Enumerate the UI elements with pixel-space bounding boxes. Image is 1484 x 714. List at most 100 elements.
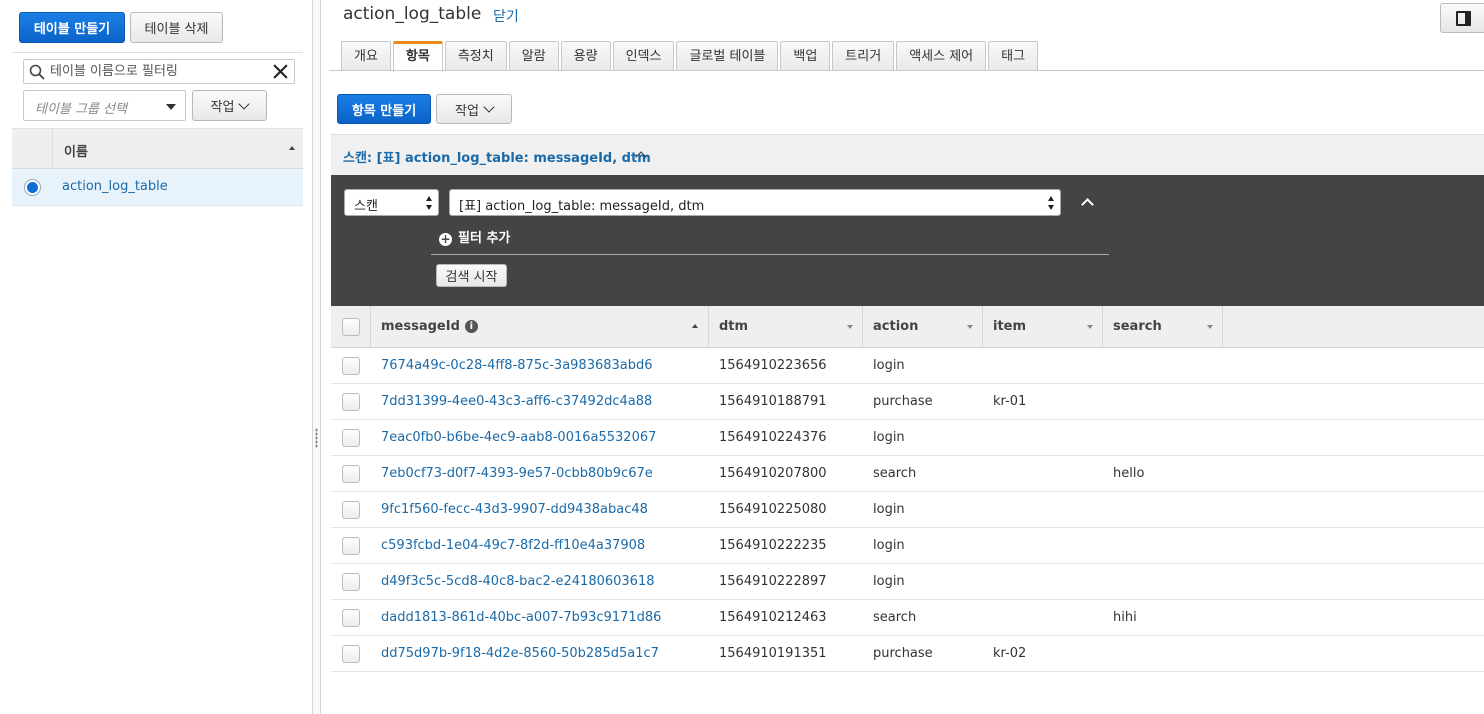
header-checkbox-cell xyxy=(331,306,371,347)
table-row[interactable]: 9fc1f560-fecc-43d3-9907-dd9438abac48 1564… xyxy=(331,492,1484,528)
cell-dtm: 1564910224376 xyxy=(719,430,827,445)
cell-messageid[interactable]: d49f3c5c-5cd8-40c8-bac2-e24180603618 xyxy=(381,574,655,589)
cell-messageid[interactable]: dd75d97b-9f18-4d2e-8560-50b285d5a1c7 xyxy=(381,646,659,661)
items-table-header: messageId i dtm action item search xyxy=(331,306,1484,348)
tab-2[interactable]: 측정치 xyxy=(444,41,507,71)
scan-mode-select[interactable]: 스캔 xyxy=(344,189,439,216)
row-checkbox[interactable] xyxy=(342,573,360,591)
row-checkbox[interactable] xyxy=(342,645,360,663)
sort-asc-icon[interactable] xyxy=(289,146,295,150)
cell-messageid[interactable]: 7dd31399-4ee0-43c3-aff6-c37492dc4a88 xyxy=(381,394,652,409)
row-checkbox[interactable] xyxy=(342,357,360,375)
scan-index-select[interactable]: [표] action_log_table: messageId, dtm xyxy=(449,189,1061,216)
column-header-messageid[interactable]: messageId i xyxy=(371,306,709,347)
sort-desc-icon[interactable] xyxy=(967,325,973,329)
sort-desc-icon[interactable] xyxy=(1207,325,1213,329)
cell-messageid[interactable]: 7eac0fb0-b6be-4ec9-aab8-0016a5532067 xyxy=(381,430,656,445)
row-checkbox[interactable] xyxy=(342,393,360,411)
tab-0[interactable]: 개요 xyxy=(341,41,391,71)
column-header-label: messageId i xyxy=(381,319,478,334)
cell-action: purchase xyxy=(873,394,933,409)
row-checkbox[interactable] xyxy=(342,465,360,483)
tab-7[interactable]: 백업 xyxy=(780,41,831,71)
row-checkbox[interactable] xyxy=(342,501,360,519)
cell-item: kr-01 xyxy=(993,394,1027,409)
cell-dtm: 1564910188791 xyxy=(719,394,827,409)
table-row[interactable]: 7eb0cf73-d0f7-4393-9e57-0cbb80b9c67e 1564… xyxy=(331,456,1484,492)
table-select-radio[interactable] xyxy=(24,179,41,196)
create-item-button[interactable]: 항목 만들기 xyxy=(337,94,431,124)
column-header-action[interactable]: action xyxy=(863,306,983,347)
table-row[interactable]: 7674a49c-0c28-4ff8-875c-3a983683abd6 1564… xyxy=(331,348,1484,384)
item-actions-button[interactable]: 작업 xyxy=(436,94,512,124)
tab-5[interactable]: 인덱스 xyxy=(612,41,675,71)
split-panel-toggle-button[interactable] xyxy=(1440,3,1484,33)
table-row[interactable]: 7eac0fb0-b6be-4ec9-aab8-0016a5532067 1564… xyxy=(331,420,1484,456)
clear-icon[interactable] xyxy=(272,63,289,80)
table-row[interactable]: c593fcbd-1e04-49c7-8f2d-ff10e4a37908 1564… xyxy=(331,528,1484,564)
cell-action: login xyxy=(873,574,905,589)
panel-splitter[interactable] xyxy=(312,0,321,714)
cell-action: search xyxy=(873,466,917,481)
chevron-down-icon xyxy=(238,97,251,110)
table-actions-button[interactable]: 작업 xyxy=(192,90,267,121)
split-panel-icon xyxy=(1456,11,1471,26)
item-actions-label: 작업 xyxy=(455,103,479,119)
tab-1[interactable]: 항목 xyxy=(392,41,443,72)
collapse-chevron-up-icon[interactable] xyxy=(1081,198,1094,211)
tab-9[interactable]: 액세스 제어 xyxy=(896,41,987,71)
sort-asc-icon[interactable] xyxy=(692,324,698,328)
drag-handle-icon[interactable] xyxy=(315,428,318,448)
row-checkbox[interactable] xyxy=(342,609,360,627)
delete-table-button[interactable]: 테이블 삭제 xyxy=(130,12,223,43)
select-all-checkbox[interactable] xyxy=(342,318,360,336)
table-filter-box[interactable] xyxy=(23,59,295,84)
table-group-select[interactable]: 테이블 그룹 선택 xyxy=(23,90,186,121)
table-list-item-name[interactable]: action_log_table xyxy=(62,179,168,194)
add-filter-button[interactable]: + 필터 추가 xyxy=(439,227,510,246)
column-header-item[interactable]: item xyxy=(983,306,1103,347)
sort-desc-icon[interactable] xyxy=(1087,325,1093,329)
table-group-placeholder: 테이블 그룹 선택 xyxy=(35,102,127,117)
scan-summary-title[interactable]: 스캔: [표] action_log_table: messageId, dtm xyxy=(343,147,651,166)
table-actions-label: 작업 xyxy=(210,100,235,115)
cell-messageid[interactable]: 7674a49c-0c28-4ff8-875c-3a983683abd6 xyxy=(381,358,653,373)
row-checkbox[interactable] xyxy=(342,429,360,447)
cell-dtm: 1564910191351 xyxy=(719,646,827,661)
close-link[interactable]: 닫기 xyxy=(493,6,519,26)
cell-messageid[interactable]: 7eb0cf73-d0f7-4393-9e57-0cbb80b9c67e xyxy=(381,466,653,481)
column-header-label: action xyxy=(873,319,919,334)
cell-messageid[interactable]: 9fc1f560-fecc-43d3-9907-dd9438abac48 xyxy=(381,502,648,517)
cell-search: hihi xyxy=(1113,610,1137,625)
cell-dtm: 1564910223656 xyxy=(719,358,827,373)
tab-3[interactable]: 알람 xyxy=(508,41,559,71)
table-list-item[interactable]: action_log_table xyxy=(12,169,303,206)
info-icon[interactable]: i xyxy=(464,320,478,333)
column-header-name[interactable]: 이름 xyxy=(64,141,88,160)
scan-summary-bar[interactable]: 스캔: [표] action_log_table: messageId, dtm xyxy=(331,134,1484,175)
sort-desc-icon[interactable] xyxy=(847,325,853,329)
table-filter-input[interactable] xyxy=(50,62,270,81)
table-row[interactable]: 7dd31399-4ee0-43c3-aff6-c37492dc4a88 1564… xyxy=(331,384,1484,420)
table-list-header: 이름 xyxy=(12,128,303,169)
column-divider xyxy=(52,129,53,169)
scan-options-panel: 스캔 [표] action_log_table: messageId, dtm … xyxy=(331,175,1484,306)
column-header-label: search xyxy=(1113,319,1162,334)
table-row[interactable]: dd75d97b-9f18-4d2e-8560-50b285d5a1c7 1564… xyxy=(331,636,1484,672)
search-icon xyxy=(29,64,45,80)
cell-messageid[interactable]: c593fcbd-1e04-49c7-8f2d-ff10e4a37908 xyxy=(381,538,645,553)
tab-8[interactable]: 트리거 xyxy=(832,41,895,71)
table-row[interactable]: dadd1813-861d-40bc-a007-7b93c9171d86 1564… xyxy=(331,600,1484,636)
tab-10[interactable]: 태그 xyxy=(988,41,1039,71)
tab-4[interactable]: 용량 xyxy=(560,41,611,71)
caret-down-icon xyxy=(166,104,176,110)
create-table-button[interactable]: 테이블 만들기 xyxy=(19,12,125,43)
row-checkbox[interactable] xyxy=(342,537,360,555)
column-header-dtm[interactable]: dtm xyxy=(709,306,863,347)
start-search-button[interactable]: 검색 시작 xyxy=(436,264,507,287)
table-row[interactable]: d49f3c5c-5cd8-40c8-bac2-e24180603618 1564… xyxy=(331,564,1484,600)
tab-bar: 개요 항목 측정치 알람 용량 인덱스 글로벌 테이블 백업 트리거 액세스 제어 태그 xyxy=(341,41,1040,72)
tab-6[interactable]: 글로벌 테이블 xyxy=(676,41,779,71)
cell-messageid[interactable]: dadd1813-861d-40bc-a007-7b93c9171d86 xyxy=(381,610,661,625)
column-header-search[interactable]: search xyxy=(1103,306,1223,347)
